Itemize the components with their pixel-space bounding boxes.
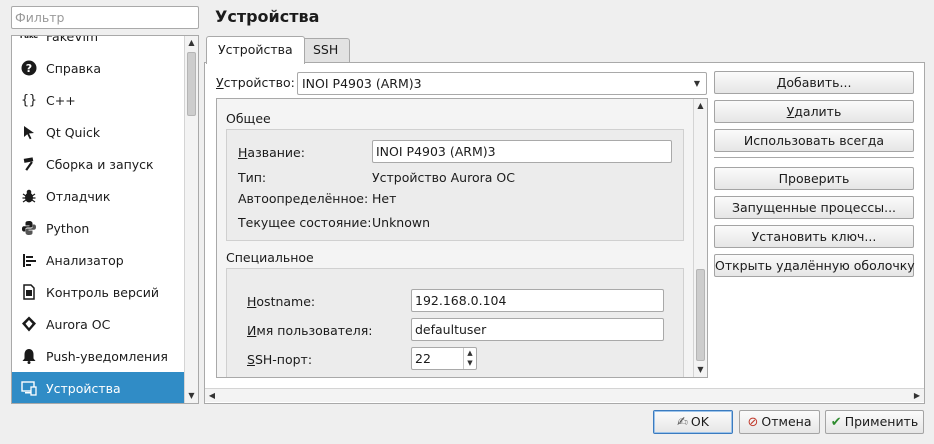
hostname-input[interactable]: 192.168.0.104 [411, 289, 664, 312]
device-label: Устройство: [216, 75, 295, 90]
nav-item-label: Контроль версий [46, 284, 160, 300]
devices-icon [20, 379, 38, 397]
ssh-port-spinbox[interactable]: 22 ▲ ▼ [411, 347, 477, 370]
scroll-left-arrow-icon[interactable]: ◀ [205, 389, 219, 402]
name-label: Название: [238, 145, 305, 160]
page-title: Устройства [215, 7, 320, 26]
nav-item-label: C++ [46, 92, 76, 108]
nav-item-label: Сборка и запуск [46, 156, 154, 172]
device-combobox[interactable]: INOI P4903 (ARM)3 ▼ [297, 72, 707, 95]
nav-item-debugger[interactable]: Отладчик [12, 180, 185, 212]
nav-item-label: Aurora OC [46, 316, 111, 332]
panel-hscrollbar[interactable]: ◀ ▶ [205, 388, 924, 402]
general-section-title: Общее [226, 111, 271, 126]
open-remote-shell-button[interactable]: Открыть удалённую оболочку [714, 254, 915, 277]
scrollbar-thumb[interactable] [696, 269, 705, 361]
qtquick-icon [20, 123, 38, 141]
device-config-scroll-area[interactable]: Общее Название: INOI P4903 (ARM)3 Тип: У… [216, 98, 708, 378]
category-list[interactable]: Fake FakeVim ? Справка {} C++ Qt Quick С… [11, 35, 199, 404]
username-input[interactable]: defaultuser [411, 318, 664, 341]
button-separator [714, 157, 914, 158]
filter-input[interactable] [11, 6, 199, 29]
type-value: Устройство Aurora OC [372, 170, 515, 185]
nav-item-label: Python [46, 220, 90, 236]
bell-icon [20, 347, 38, 365]
deploy-key-button[interactable]: Установить ключ... [714, 225, 914, 248]
set-default-button[interactable]: Использовать всегда [714, 129, 914, 152]
general-group: Название: INOI P4903 (ARM)3 Тип: Устройс… [226, 129, 684, 241]
nav-item-python[interactable]: Python [12, 212, 185, 244]
nav-item-build-run[interactable]: Сборка и запуск [12, 148, 185, 180]
cancel-button-label: Отмена [761, 414, 812, 429]
bug-icon [20, 187, 38, 205]
tab-ssh[interactable]: SSH [301, 38, 351, 62]
scrollbar-thumb[interactable] [187, 52, 196, 116]
scroll-down-arrow-icon[interactable]: ▼ [694, 363, 707, 377]
nav-item-label: Qt Quick [46, 124, 101, 140]
nav-item-label: Анализатор [46, 252, 124, 268]
username-label: Имя пользователя: [247, 323, 373, 338]
device-name-input[interactable]: INOI P4903 (ARM)3 [372, 140, 672, 163]
nav-item-push[interactable]: Push-уведомления [12, 340, 185, 372]
add-device-button[interactable]: Добавить... [714, 71, 914, 94]
type-label: Тип: [238, 170, 267, 185]
special-group: Hostname: 192.168.0.104 Имя пользователя… [226, 268, 684, 378]
checkmark-icon: ✔ [830, 415, 842, 430]
cancel-icon: ⊘ [747, 415, 759, 430]
nav-item-cpp[interactable]: {} C++ [12, 84, 185, 116]
nav-item-aurora[interactable]: Aurora OC [12, 308, 185, 340]
ok-button[interactable]: ✍ OK [653, 410, 733, 434]
apply-button[interactable]: ✔ Применить [825, 410, 924, 434]
ok-button-label: OK [690, 414, 709, 429]
tab-devices[interactable]: Устройства [206, 36, 305, 64]
running-processes-button[interactable]: Запущенные процессы... [714, 196, 914, 219]
autodetected-value: Нет [372, 191, 397, 206]
state-value: Unknown [372, 215, 431, 230]
aurora-icon [20, 315, 38, 333]
spin-arrows-icon[interactable]: ▲ ▼ [463, 348, 476, 369]
scroll-up-arrow-icon[interactable]: ▲ [694, 99, 707, 113]
remove-device-button[interactable]: Удалить [714, 100, 914, 123]
nav-item-analyzer[interactable]: Анализатор [12, 244, 185, 276]
device-combobox-value: INOI P4903 (ARM)3 [302, 76, 422, 91]
ssh-port-value: 22 [415, 351, 431, 366]
nav-item-help[interactable]: ? Справка [12, 52, 185, 84]
nav-item-label: Push-уведомления [46, 348, 168, 364]
python-icon [20, 219, 38, 237]
hammer-icon [20, 155, 38, 173]
apply-button-label: Применить [844, 414, 919, 429]
version-control-icon [20, 283, 38, 301]
next-field-input[interactable] [411, 377, 483, 378]
scroll-down-arrow-icon[interactable]: ▼ [185, 389, 198, 403]
help-icon: ? [20, 59, 38, 77]
analyzer-icon [20, 251, 38, 269]
cancel-button[interactable]: ⊘ Отмена [739, 410, 820, 434]
fakevim-icon: Fake [19, 35, 39, 40]
scroll-up-arrow-icon[interactable]: ▲ [185, 36, 198, 50]
nav-item-devices[interactable]: Устройства [12, 372, 185, 403]
ssh-port-label: SSH-порт: [247, 352, 313, 367]
nav-item-label: Отладчик [46, 188, 111, 204]
hostname-label: Hostname: [247, 294, 316, 309]
config-scrollbar[interactable]: ▲ ▼ [693, 99, 707, 377]
test-device-button[interactable]: Проверить [714, 167, 914, 190]
state-label: Текущее состояние: [238, 215, 372, 230]
svg-text:?: ? [26, 62, 32, 75]
nav-item-label: Устройства [46, 380, 121, 396]
special-section-title: Специальное [226, 250, 314, 265]
category-list-scrollbar[interactable]: ▲ ▼ [184, 36, 198, 403]
nav-item-label: Справка [46, 60, 102, 76]
chevron-down-icon: ▼ [693, 79, 700, 88]
nav-item-fakevim[interactable]: Fake FakeVim [12, 35, 185, 52]
ok-hand-icon: ✍ [677, 415, 688, 430]
autodetected-label: Автоопределённое: [238, 191, 369, 206]
nav-item-label: FakeVim [46, 35, 99, 44]
scroll-right-arrow-icon[interactable]: ▶ [910, 389, 924, 402]
nav-item-version-control[interactable]: Контроль версий [12, 276, 185, 308]
braces-icon: {} [21, 92, 37, 108]
nav-item-qtquick[interactable]: Qt Quick [12, 116, 185, 148]
